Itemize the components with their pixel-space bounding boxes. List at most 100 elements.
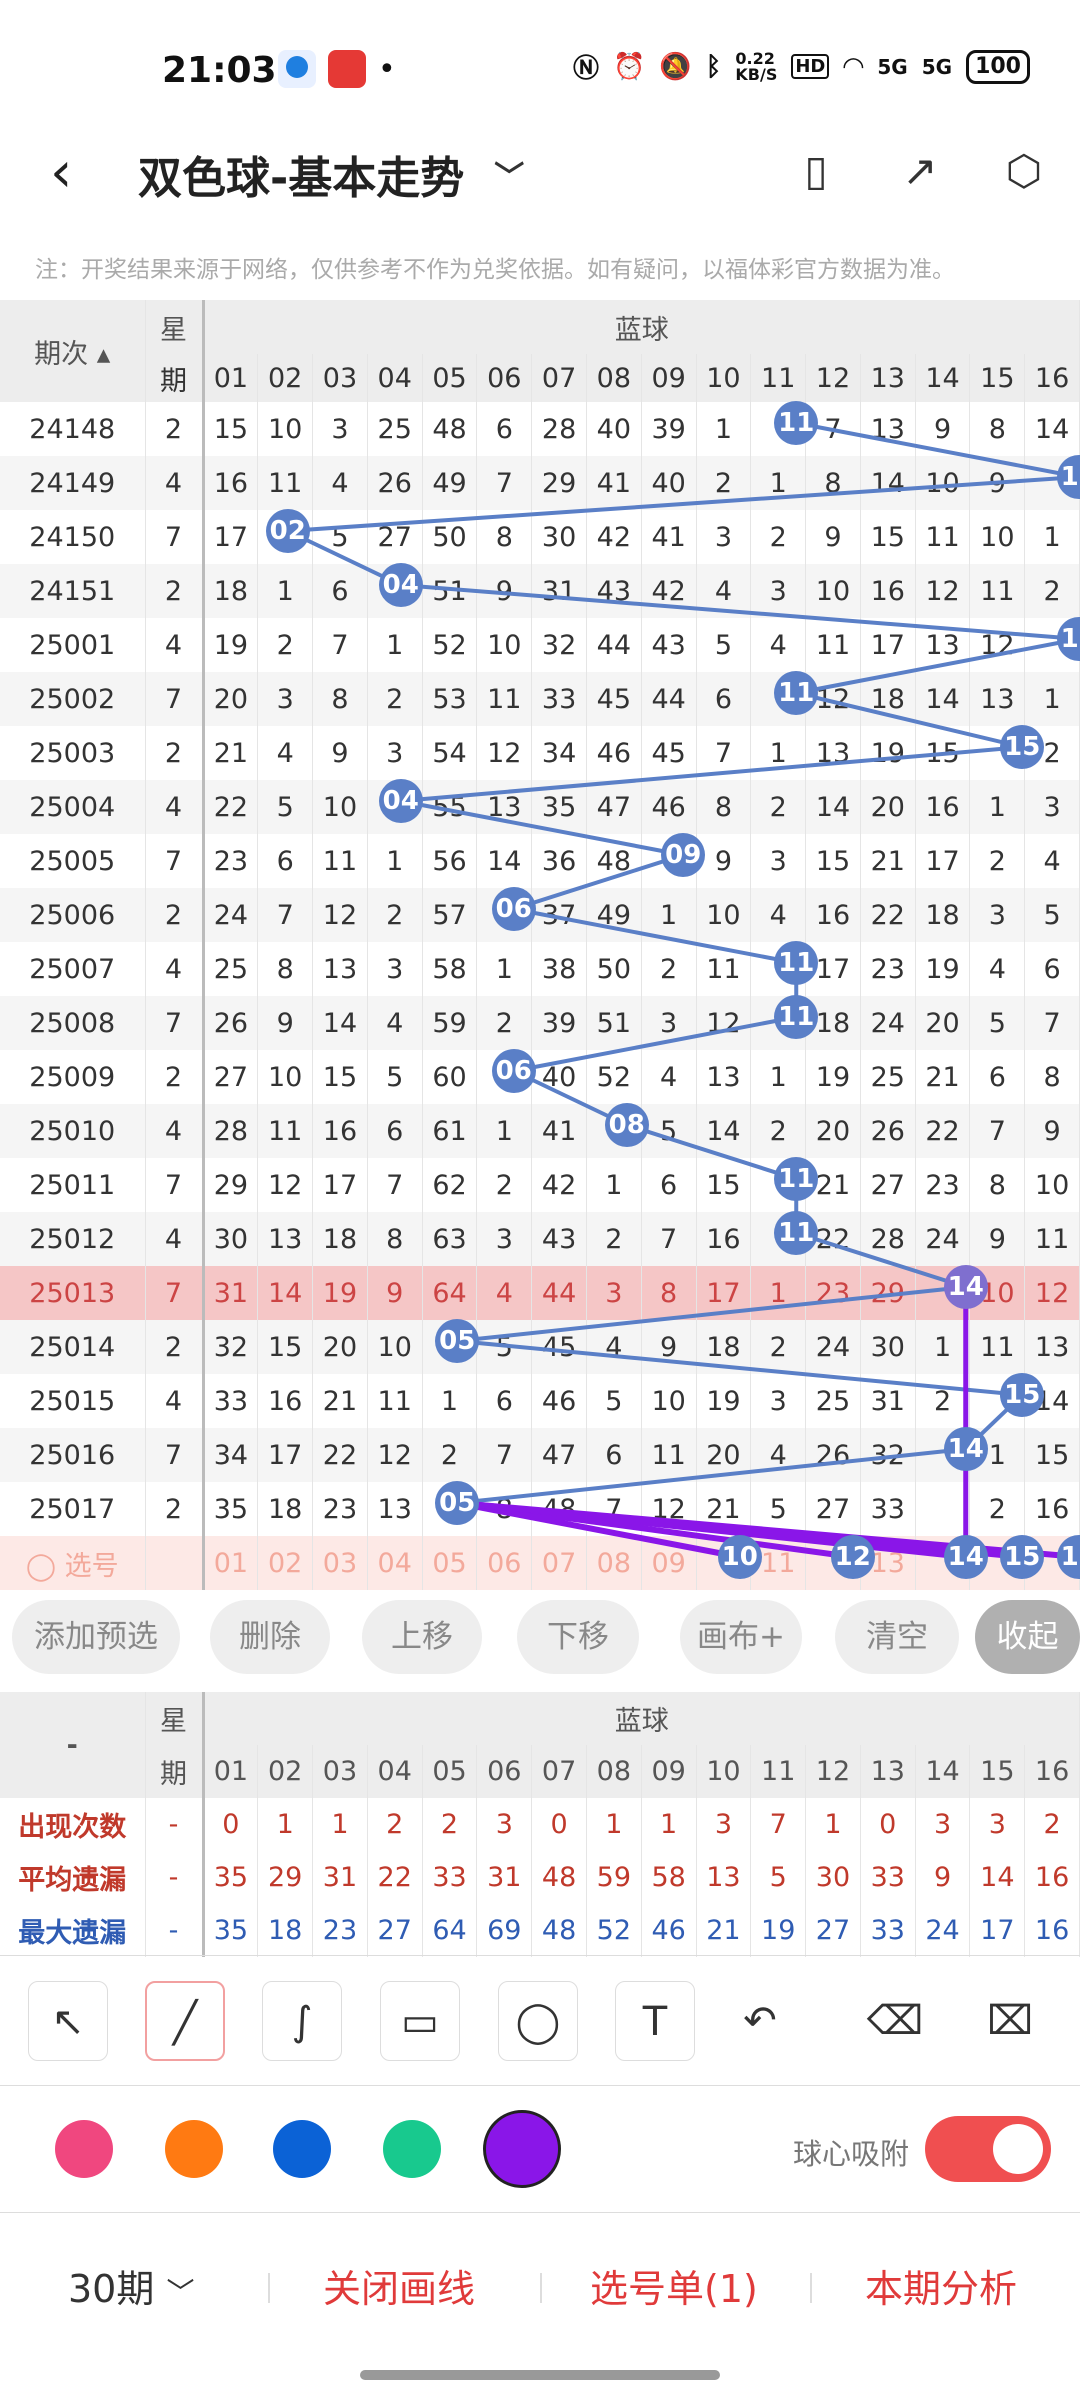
- app-notification-icon: [278, 50, 316, 88]
- network-speed: 0.22 KB/S: [735, 48, 778, 84]
- trend-line-segment: [626, 1123, 797, 1181]
- blue-ball: 11: [774, 1157, 819, 1201]
- alarm-icon: ⏰: [613, 51, 646, 82]
- trend-line-segment: [513, 853, 684, 911]
- trend-line-segment: [795, 691, 1023, 749]
- line-icon[interactable]: ╱: [145, 1981, 225, 2061]
- stats-cell: 2: [367, 1798, 423, 1851]
- stats-column-header: 02: [257, 1745, 314, 1798]
- stats-column-header: 04: [367, 1745, 423, 1798]
- stats-cell: 1: [586, 1798, 642, 1851]
- action-button-6[interactable]: 收起: [975, 1600, 1080, 1674]
- selected-ball[interactable]: 12: [830, 1535, 875, 1579]
- selected-ball[interactable]: 15: [1000, 1535, 1045, 1579]
- app-notification-icon-2: [328, 50, 366, 88]
- stats-column-header: 16: [1024, 1745, 1080, 1798]
- stats-cell: 1: [312, 1798, 368, 1851]
- curve-icon[interactable]: ∫: [262, 1981, 342, 2061]
- stats-cell: 59: [586, 1851, 642, 1904]
- stats-column-header: 05: [422, 1745, 478, 1798]
- stats-cell: 30: [805, 1851, 861, 1904]
- stats-cell: 31: [476, 1851, 533, 1904]
- eraser-icon[interactable]: ⌫: [855, 1981, 935, 2061]
- stats-cell: 0: [860, 1798, 916, 1851]
- period-selector[interactable]: 30期 ﹀: [68, 2258, 194, 2313]
- back-icon[interactable]: ‹: [50, 140, 72, 205]
- stats-column-header: 15: [969, 1745, 1026, 1798]
- rectangle-icon[interactable]: ▭: [380, 1981, 460, 2061]
- trend-line-segment: [795, 421, 1080, 479]
- stats-column-header: 10: [696, 1745, 752, 1798]
- stats-label: 平均遗漏: [0, 1851, 146, 1904]
- stats-column-header: 03: [312, 1745, 368, 1798]
- stats-label: 最大遗漏: [0, 1904, 146, 1957]
- trend-line-segment: [400, 583, 1079, 641]
- color-swatch-1[interactable]: [165, 2120, 223, 2178]
- color-swatch-2[interactable]: [273, 2120, 331, 2178]
- pick-list-button[interactable]: 选号单(1): [590, 2258, 758, 2313]
- stats-cell: 29: [257, 1851, 314, 1904]
- stats-column-header: 11: [750, 1745, 807, 1798]
- stats-cell: 3: [476, 1798, 533, 1851]
- undo-icon[interactable]: ↶: [720, 1981, 800, 2061]
- circle-icon[interactable]: ◯: [498, 1981, 578, 2061]
- trend-line-segment: [400, 799, 684, 857]
- color-swatch-4[interactable]: [483, 2110, 561, 2188]
- home-indicator: [360, 2370, 720, 2380]
- action-button-2[interactable]: 上移: [362, 1600, 482, 1674]
- stats-row: 平均遗漏 -35 29 31 22 33 31 48 59 58 13 5 30 33 9 14 16: [0, 1851, 1080, 1904]
- settings-icon[interactable]: ⬡: [998, 145, 1050, 197]
- page-title[interactable]: 双色球-基本走势 ﹀: [138, 142, 524, 206]
- selected-ball[interactable]: 14: [943, 1535, 988, 1579]
- stats-cell: 23: [312, 1904, 368, 1957]
- close-draw-button[interactable]: 关闭画线: [323, 2258, 475, 2313]
- stats-column-header: 13: [860, 1745, 916, 1798]
- stats-cell: 1: [257, 1798, 314, 1851]
- system-icons: Ⓝ ⏰ 🔕 ᛒ 0.22 KB/S HD ◠ 5G 5G 100: [573, 48, 1030, 85]
- color-swatch-3[interactable]: [383, 2120, 441, 2178]
- screen-rotate-icon[interactable]: ▯: [790, 145, 842, 197]
- analysis-button[interactable]: 本期分析: [865, 2258, 1017, 2313]
- stats-row: 出现次数 -0 1 1 2 2 3 0 1 1 3 7 1 0 3 3 2: [0, 1798, 1080, 1851]
- action-button-4[interactable]: 画布+: [680, 1600, 802, 1674]
- clear-brush-icon[interactable]: ⌧: [970, 1981, 1050, 2061]
- mute-icon: 🔕: [659, 51, 692, 82]
- stats-week: -: [145, 1851, 205, 1904]
- blue-ball: 05: [435, 1481, 480, 1525]
- stats-column-header: 09: [641, 1745, 697, 1798]
- blue-ball: 11: [774, 941, 819, 985]
- trend-chart[interactable]: 期次 ▴ 星蓝球期 01 02 03 04 05 06 07 08 09 10 11 12 13 14 15 16…: [0, 300, 1080, 1590]
- stats-cell: 48: [531, 1851, 587, 1904]
- trend-line-segment: [457, 1447, 966, 1505]
- blue-ball: 14: [943, 1265, 988, 1309]
- wifi-icon: ◠: [843, 51, 864, 82]
- stats-cell: 48: [531, 1904, 587, 1957]
- color-swatch-0[interactable]: [55, 2120, 113, 2178]
- snap-label: 球心吸附: [793, 2137, 910, 2171]
- stats-header: - 星蓝球: [0, 1692, 1080, 1798]
- divider: [268, 2273, 270, 2303]
- action-button-1[interactable]: 删除: [210, 1600, 330, 1674]
- share-icon[interactable]: ↗: [894, 145, 946, 197]
- action-button-0[interactable]: 添加预选: [12, 1600, 180, 1674]
- stats-cell: 19: [750, 1904, 807, 1957]
- stats-cell: 16: [1024, 1851, 1080, 1904]
- divider: [540, 2273, 542, 2303]
- trend-line-segment: [457, 1285, 966, 1343]
- action-button-3[interactable]: 下移: [517, 1600, 639, 1674]
- drawing-toolbar: ↖ ╱ ∫ ▭ ◯ T ↶ ⌫ ⌧: [0, 1955, 1080, 2080]
- stats-cell: 1: [641, 1798, 697, 1851]
- nfc-icon: Ⓝ: [573, 54, 600, 84]
- blue-ball: 08: [604, 1103, 649, 1147]
- action-button-5[interactable]: 清空: [835, 1600, 959, 1674]
- text-icon[interactable]: T: [615, 1981, 695, 2061]
- stats-column-header: 12: [805, 1745, 861, 1798]
- snap-toggle[interactable]: [925, 2116, 1051, 2182]
- stats-cell: 3: [696, 1798, 752, 1851]
- stats-column-header: 06: [476, 1745, 533, 1798]
- selected-ball[interactable]: 10: [717, 1535, 762, 1579]
- stats-header-week: 星: [145, 1692, 205, 1745]
- stats-cell: 2: [1024, 1798, 1080, 1851]
- notification-icons: •: [278, 50, 396, 88]
- arrow-icon[interactable]: ↖: [28, 1981, 108, 2061]
